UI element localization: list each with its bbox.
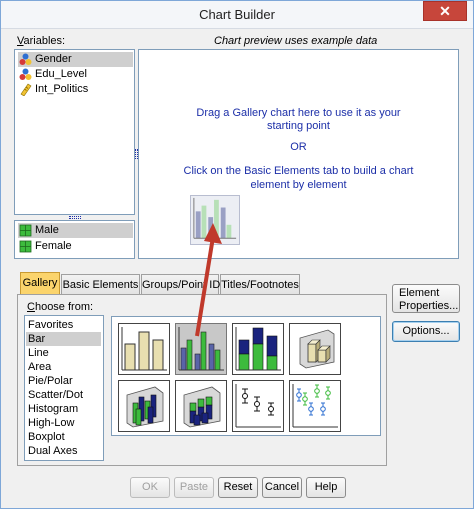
clustered-bar-chart-icon bbox=[178, 327, 224, 371]
3d-clustered-bar-chart-icon bbox=[126, 386, 164, 428]
chart-type-boxplot[interactable]: Boxplot bbox=[26, 430, 101, 444]
cancel-button[interactable]: Cancel bbox=[262, 477, 302, 498]
tab-titles-footnotes[interactable]: Titles/Footnotes bbox=[220, 274, 300, 295]
clustered-error-bar-chart-icon bbox=[292, 384, 338, 428]
variables-list[interactable]: Gender Edu_Level Int_Politics bbox=[14, 49, 135, 215]
variable-item-edu-level[interactable]: Edu_Level bbox=[18, 67, 91, 82]
variable-name: Edu_Level bbox=[35, 68, 87, 80]
variables-label: Variables: bbox=[17, 35, 66, 47]
category-grid-icon bbox=[19, 240, 32, 253]
thumb-stacked-bar[interactable] bbox=[232, 323, 284, 375]
paste-button[interactable]: Paste bbox=[174, 477, 214, 498]
preview-header: Chart preview uses example data bbox=[214, 35, 378, 47]
chart-builder-window: Chart Builder ✕ Variables: Gender Edu_Le… bbox=[0, 0, 474, 509]
variable-item-gender[interactable]: Gender bbox=[18, 52, 133, 67]
variable-item-int-politics[interactable]: Int_Politics bbox=[18, 82, 92, 97]
variable-name: Int_Politics bbox=[35, 83, 89, 95]
chart-type-list[interactable]: Favorites Bar Line Area Pie/Polar Scatte… bbox=[24, 315, 104, 461]
category-item-female[interactable]: Female bbox=[18, 239, 76, 254]
chart-type-pie-polar[interactable]: Pie/Polar bbox=[26, 374, 101, 388]
gallery-thumbnails bbox=[111, 316, 381, 436]
3d-stacked-bar-chart-icon bbox=[183, 386, 221, 428]
element-properties-line2: Properties... bbox=[399, 300, 459, 312]
thumb-3d-stacked-bar[interactable] bbox=[175, 380, 227, 432]
chart-type-area[interactable]: Area bbox=[26, 360, 101, 374]
tab-basic-elements[interactable]: Basic Elements bbox=[61, 274, 140, 295]
category-list[interactable]: Male Female bbox=[14, 220, 135, 259]
thumb-simple-bar[interactable] bbox=[118, 323, 170, 375]
chart-type-histogram[interactable]: Histogram bbox=[26, 402, 101, 416]
category-name: Female bbox=[35, 240, 72, 252]
chart-type-favorites[interactable]: Favorites bbox=[26, 318, 101, 332]
element-properties-line1: Element bbox=[399, 287, 440, 299]
chart-preview-canvas[interactable]: Drag a Gallery chart here to use it as y… bbox=[138, 49, 459, 259]
help-button[interactable]: Help bbox=[306, 477, 346, 498]
chart-type-line[interactable]: Line bbox=[26, 346, 101, 360]
ok-button[interactable]: OK bbox=[130, 477, 170, 498]
stacked-bar-chart-icon bbox=[235, 327, 281, 371]
thumb-simple-error-bar[interactable] bbox=[232, 380, 284, 432]
nominal-variable-icon bbox=[19, 53, 32, 65]
dragged-chart-ghost-icon bbox=[190, 195, 240, 245]
title-bar[interactable]: Chart Builder ✕ bbox=[1, 1, 473, 29]
category-item-male[interactable]: Male bbox=[18, 223, 133, 238]
category-name: Male bbox=[35, 224, 59, 236]
chart-type-dual-axes[interactable]: Dual Axes bbox=[26, 444, 101, 458]
preview-instruction-line2: starting point bbox=[267, 120, 330, 132]
scale-variable-icon bbox=[20, 83, 32, 96]
variable-name: Gender bbox=[35, 53, 72, 65]
preview-or: OR bbox=[290, 141, 307, 153]
preview-instruction-line1: Drag a Gallery chart here to use it as y… bbox=[196, 107, 401, 119]
splitter-handle-horizontal[interactable] bbox=[69, 216, 81, 219]
chart-type-high-low[interactable]: High-Low bbox=[26, 416, 101, 430]
options-button[interactable]: Options... bbox=[392, 321, 460, 342]
nominal-variable-icon bbox=[19, 68, 32, 80]
simple-bar-chart-icon bbox=[121, 327, 167, 371]
reset-button[interactable]: Reset bbox=[218, 477, 258, 498]
preview-instruction-line4: element by element bbox=[250, 179, 347, 191]
tab-gallery[interactable]: Gallery bbox=[20, 272, 60, 295]
thumb-3d-bar[interactable] bbox=[289, 323, 341, 375]
window-title: Chart Builder bbox=[199, 7, 275, 22]
preview-instruction-line3: Click on the Basic Elements tab to build… bbox=[183, 165, 414, 177]
thumb-clustered-error-bar[interactable] bbox=[289, 380, 341, 432]
chart-type-scatter-dot[interactable]: Scatter/Dot bbox=[26, 388, 101, 402]
chart-type-bar[interactable]: Bar bbox=[26, 332, 101, 346]
choose-from-label: Choose from: bbox=[27, 301, 94, 313]
3d-bar-chart-icon bbox=[299, 329, 335, 369]
thumb-clustered-bar[interactable] bbox=[175, 323, 227, 375]
tab-groups-point-id[interactable]: Groups/Point ID bbox=[141, 274, 220, 295]
thumb-3d-clustered-bar[interactable] bbox=[118, 380, 170, 432]
element-properties-button[interactable]: Element Properties... bbox=[392, 284, 460, 313]
simple-error-bar-chart-icon bbox=[235, 384, 281, 428]
category-grid-icon bbox=[19, 224, 32, 237]
close-button[interactable]: ✕ bbox=[423, 1, 467, 21]
